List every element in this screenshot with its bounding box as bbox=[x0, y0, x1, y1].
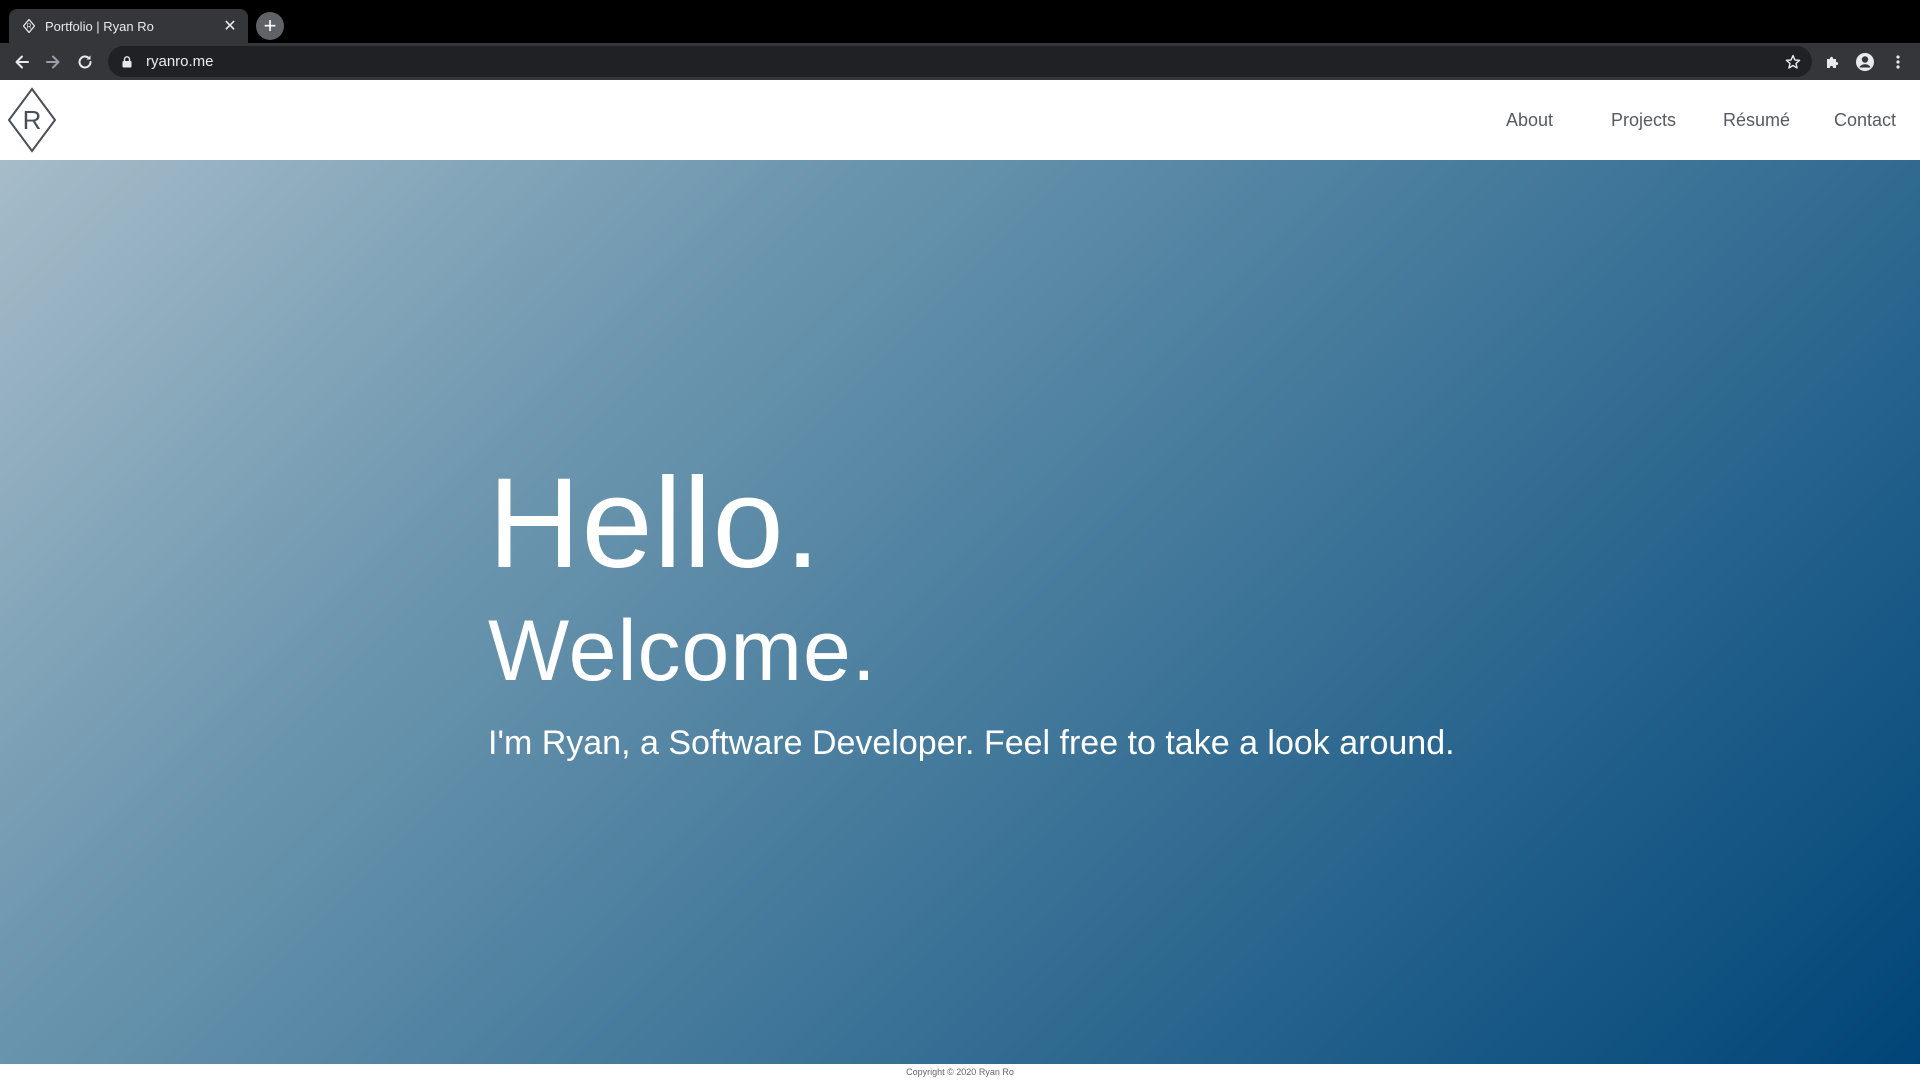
new-tab-button[interactable]: + bbox=[256, 12, 284, 40]
plus-icon: + bbox=[263, 13, 277, 38]
extensions-button[interactable] bbox=[1820, 49, 1846, 75]
star-icon[interactable] bbox=[1782, 51, 1804, 73]
address-bar[interactable]: ryanro.me bbox=[108, 46, 1812, 77]
puzzle-icon bbox=[1827, 56, 1839, 68]
profile-button[interactable] bbox=[1852, 49, 1878, 75]
reload-button[interactable] bbox=[72, 49, 98, 75]
site-footer: Copyright © 2020 Ryan Ro bbox=[0, 1064, 1920, 1080]
more-vert-icon bbox=[1896, 55, 1900, 69]
nav-contact[interactable]: Contact bbox=[1834, 110, 1896, 131]
url-text[interactable]: ryanro.me bbox=[146, 53, 1782, 70]
nav-resume[interactable]: Résumé bbox=[1723, 110, 1790, 131]
forward-button[interactable] bbox=[40, 49, 66, 75]
arrow-right-icon bbox=[46, 55, 60, 69]
menu-button[interactable] bbox=[1885, 49, 1911, 75]
reload-icon bbox=[78, 55, 92, 69]
browser-tab[interactable]: R Portfolio | Ryan Ro ✕ bbox=[9, 9, 248, 43]
browser-tabstrip: R Portfolio | Ryan Ro ✕ + bbox=[0, 0, 1920, 43]
logo-letter: R bbox=[23, 105, 42, 135]
tab-title: Portfolio | Ryan Ro bbox=[45, 18, 154, 34]
account-circle-icon bbox=[1856, 53, 1874, 71]
site-header: R About Projects Résumé Contact bbox=[0, 80, 1920, 160]
hero-subtitle: I'm Ryan, a Software Developer. Feel fre… bbox=[488, 724, 1455, 762]
back-button[interactable] bbox=[9, 49, 35, 75]
site-logo[interactable]: R bbox=[7, 87, 57, 153]
diamond-r-favicon-icon: R bbox=[22, 19, 36, 33]
hero-section: Hello. Welcome. I'm Ryan, a Software Dev… bbox=[0, 160, 1920, 1064]
nav-projects[interactable]: Projects bbox=[1611, 110, 1676, 131]
copyright-text: Copyright © 2020 Ryan Ro bbox=[906, 1067, 1014, 1077]
nav-about[interactable]: About bbox=[1506, 110, 1553, 131]
browser-toolbar: ryanro.me bbox=[0, 43, 1920, 80]
diamond-r-logo-icon: R bbox=[7, 87, 57, 153]
close-icon[interactable]: ✕ bbox=[220, 16, 240, 36]
lock-icon[interactable] bbox=[120, 55, 134, 69]
svg-text:R: R bbox=[26, 24, 31, 31]
arrow-left-icon bbox=[15, 55, 29, 69]
hero-welcome: Welcome. bbox=[488, 603, 877, 699]
hero-greeting: Hello. bbox=[488, 452, 822, 595]
